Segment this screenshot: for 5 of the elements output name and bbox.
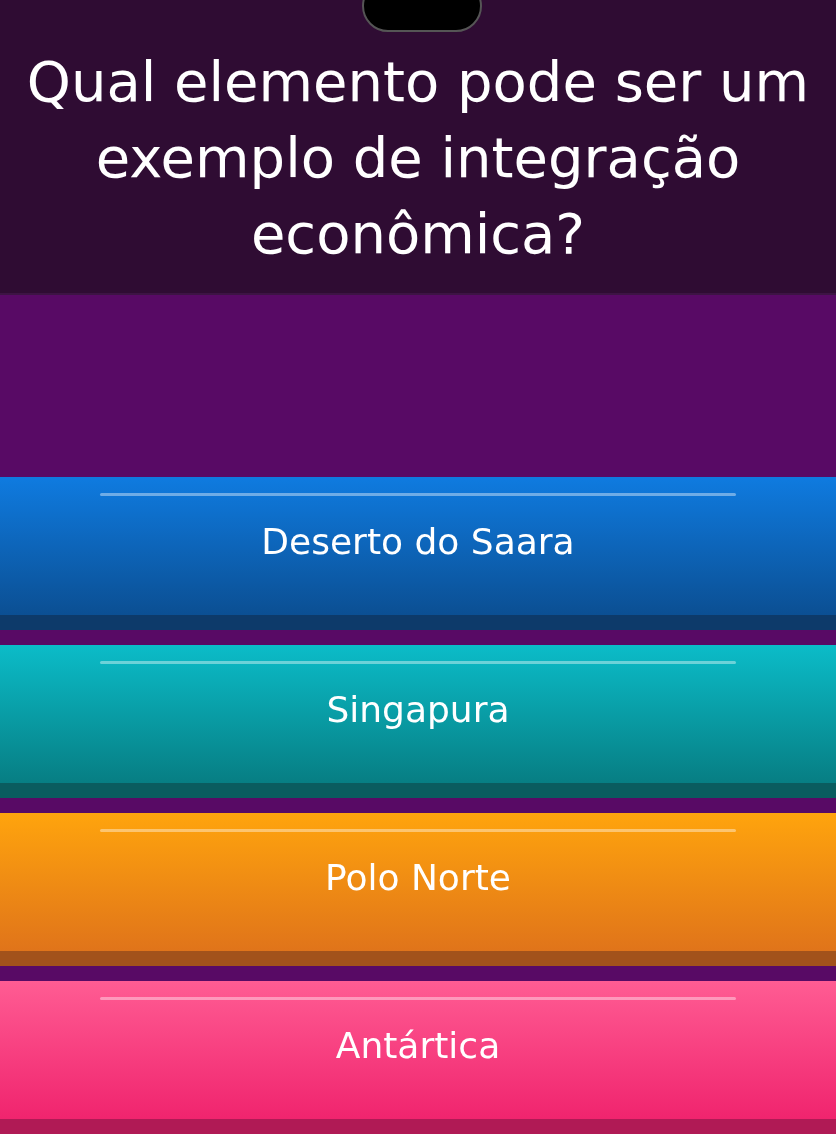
question-text: Qual elemento pode ser um exemplo de integração econômica?: [25, 48, 811, 269]
answer-button[interactable]: Singapura: [0, 645, 836, 798]
answer-button[interactable]: Polo Norte: [0, 813, 836, 966]
answer-button[interactable]: Deserto do Saara: [0, 477, 836, 630]
answer-button[interactable]: Antártica: [0, 981, 836, 1134]
